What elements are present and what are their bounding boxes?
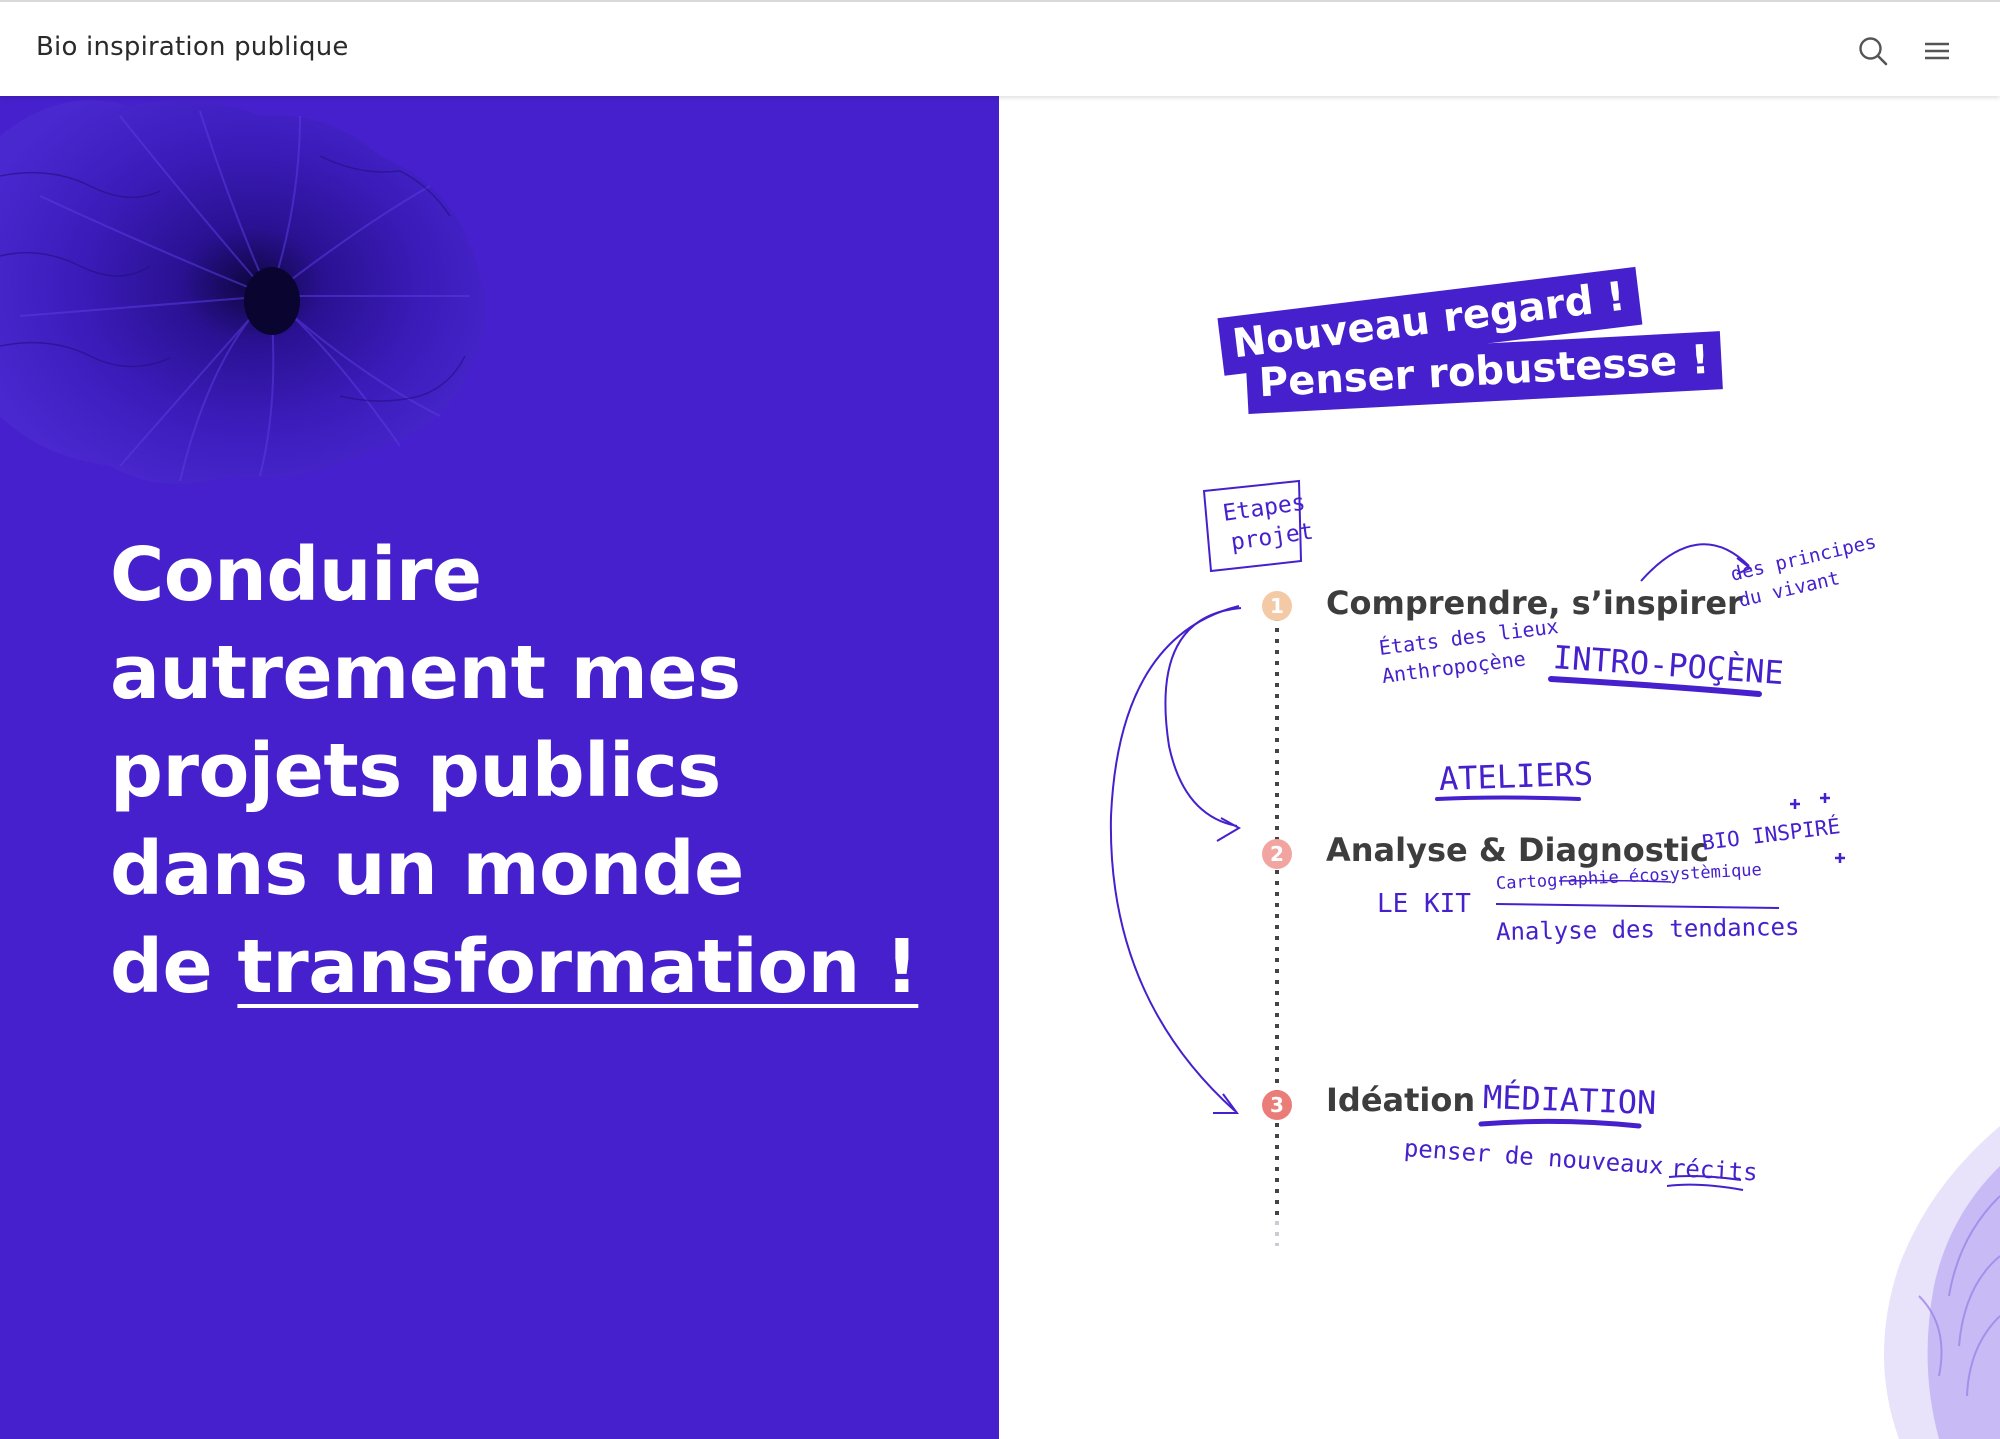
note-recits: récits (1670, 1154, 1759, 1187)
hero-line-5-prefix: de (110, 924, 238, 1010)
note-le-kit: LE KIT (1377, 889, 1471, 919)
note-analyse-tendances: Analyse des tendances (1495, 912, 1800, 946)
top-navigation-bar: Bio inspiration publique (0, 0, 2000, 96)
coral-corner-illustration (1884, 1126, 2000, 1439)
hero-highlight-transformation: transformation ! (237, 924, 919, 1010)
hero-heading: Conduire autrement mes projets publics d… (110, 526, 919, 1016)
hamburger-menu-icon[interactable] (1922, 36, 1952, 66)
site-title-link[interactable]: Bio inspiration publique (36, 32, 349, 62)
arrow-step1-to-step3 (1109, 605, 1240, 1112)
hero-line-3: projets publics (110, 728, 721, 814)
step-1-number: 1 (1262, 591, 1292, 621)
hero-line-1: Conduire (110, 532, 482, 618)
hero-line-4: dans un monde (110, 826, 744, 912)
note-mediation: MÉDIATION (1482, 1078, 1657, 1123)
search-icon[interactable] (1858, 36, 1888, 66)
project-steps-panel: Nouveau regard ! Penser robustesse ! Eta… (999, 96, 2000, 1439)
underline-cartographie (1495, 903, 1780, 909)
step-3-title: Idéation (1326, 1081, 1476, 1119)
hero-line-5: de transformation ! (110, 918, 919, 1016)
step-3-number: 3 (1262, 1090, 1292, 1120)
step-2-number: 2 (1262, 839, 1292, 869)
note-ateliers: ATELIERS (1438, 754, 1594, 798)
coral-illustration (0, 100, 485, 485)
hero-panel: Conduire autrement mes projets publics d… (0, 96, 999, 1439)
step-2-title: Analyse & Diagnostic (1326, 831, 1709, 869)
underline-mediation (1478, 1118, 1642, 1129)
underline-recits-2 (1666, 1183, 1744, 1191)
hero-line-2: autrement mes (110, 630, 741, 716)
underline-ateliers (1435, 795, 1581, 801)
arrow-step1-to-step2 (1164, 607, 1242, 827)
